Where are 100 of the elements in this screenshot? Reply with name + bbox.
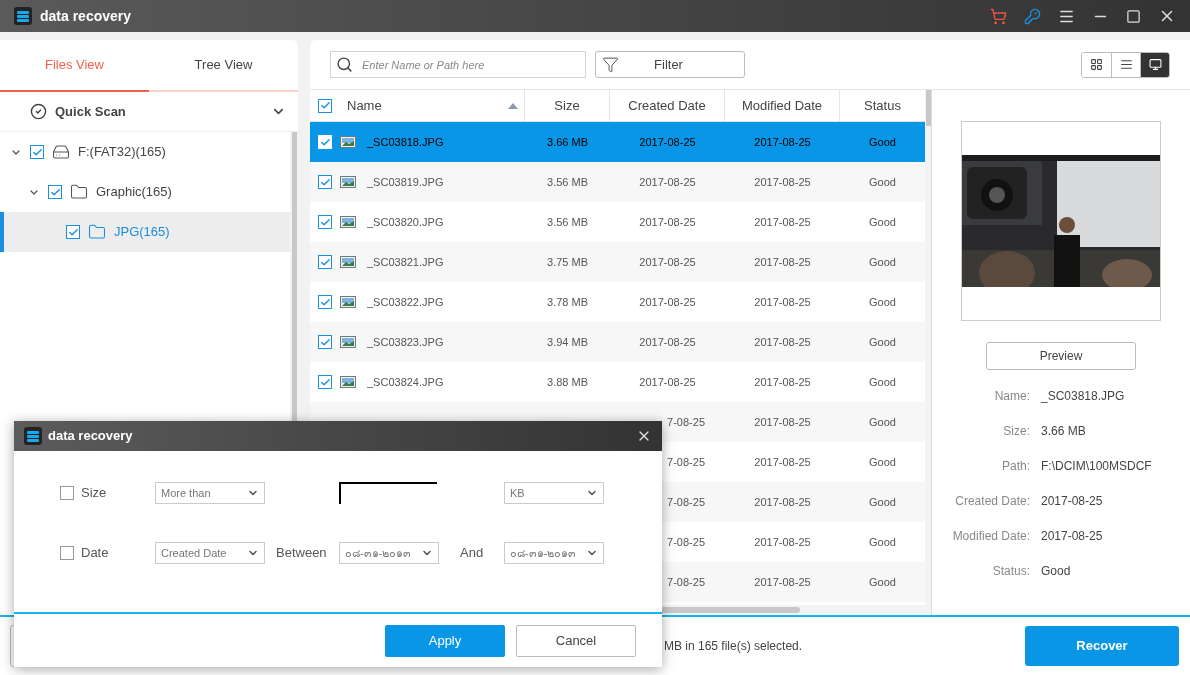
created-date: 2017-08-25 (639, 174, 696, 190)
tree-item[interactable]: Graphic(165) (0, 172, 290, 212)
detail-label: Created Date: (954, 493, 1030, 510)
modified-date: 2017-08-25 (754, 534, 811, 550)
maximize-icon[interactable] (1126, 8, 1141, 24)
tree-item[interactable]: F:(FAT32)(165) (0, 132, 290, 172)
file-name: _SC03820.JPG (367, 215, 444, 228)
file-size: 3.94 MB (547, 334, 588, 350)
date-select[interactable]: ๐๘-๓๑-๒๐๑๓ (504, 542, 604, 564)
image-file-icon (340, 376, 356, 388)
key-icon[interactable] (1024, 7, 1041, 25)
checkbox[interactable] (60, 546, 74, 560)
checkbox[interactable] (66, 225, 80, 239)
checkbox[interactable] (318, 98, 332, 113)
table-row[interactable]: _SC03818.JPG 3.66 MB 2017-08-25 2017-08-25 Good (310, 122, 925, 162)
checkbox[interactable] (318, 175, 332, 189)
detail-label: Size: (1002, 423, 1030, 440)
checkbox[interactable] (318, 375, 332, 389)
size-input[interactable] (339, 482, 437, 504)
file-status: Good (869, 334, 896, 350)
preview-button[interactable]: Preview (986, 342, 1136, 370)
preview-icon (1148, 58, 1162, 71)
cart-icon[interactable] (990, 7, 1007, 25)
modified-date: 2017-08-25 (754, 374, 811, 390)
detail-value: F:\DCIM\100MSDCF (1041, 458, 1152, 475)
checkbox[interactable] (48, 185, 62, 199)
file-size: 3.75 MB (547, 254, 588, 270)
filter-button[interactable]: Filter (595, 51, 745, 78)
app-logo-icon (14, 7, 32, 25)
file-status: Good (869, 534, 896, 550)
created-date: 2017-08-25 (639, 254, 696, 270)
detail-value: 2017-08-25 (1041, 528, 1103, 545)
detail-label: Path: (1000, 458, 1030, 475)
checkbox[interactable] (318, 215, 332, 229)
scrollbar-thumb[interactable] (925, 90, 931, 126)
image-file-icon (340, 256, 356, 268)
created-date: 7-08-25 (667, 494, 705, 510)
sort-arrow-icon[interactable] (508, 102, 518, 109)
table-row[interactable]: _SC03819.JPG 3.56 MB 2017-08-25 2017-08-25 Good (310, 162, 925, 202)
modified-date: 2017-08-25 (754, 174, 811, 190)
checkbox[interactable] (30, 145, 44, 159)
checkbox[interactable] (318, 335, 332, 349)
list-icon (1119, 58, 1133, 71)
checkbox[interactable] (318, 295, 332, 309)
folder-icon (88, 223, 106, 241)
modified-date: 2017-08-25 (754, 254, 811, 270)
image-file-icon (340, 176, 356, 188)
file-size: 3.56 MB (547, 174, 588, 190)
file-name: _SC03818.JPG (367, 135, 444, 148)
search-icon (336, 56, 353, 73)
date-type-select[interactable]: Created Date (155, 542, 265, 564)
between-label: Between (276, 544, 328, 563)
column-header[interactable]: Created Date (610, 90, 725, 121)
created-date: 2017-08-25 (639, 374, 696, 390)
detail-label: Modified Date: (951, 528, 1030, 545)
detail-label: Name: (993, 388, 1030, 405)
file-size: 3.56 MB (547, 214, 588, 230)
detail-value: _SC03818.JPG (1041, 388, 1125, 405)
file-status: Good (869, 374, 896, 390)
file-status: Good (869, 494, 896, 510)
created-date: 2017-08-25 (639, 294, 696, 310)
modified-date: 2017-08-25 (754, 214, 811, 230)
app-logo-icon (24, 427, 42, 445)
size-label: Size (81, 484, 108, 503)
modified-date: 2017-08-25 (754, 414, 811, 430)
checkbox[interactable] (318, 255, 332, 269)
comparison-select[interactable]: More than (155, 482, 265, 504)
modified-date: 2017-08-25 (754, 574, 811, 590)
modified-date: 2017-08-25 (754, 334, 811, 350)
modified-date: 2017-08-25 (754, 494, 811, 510)
preview-view-button[interactable] (1140, 52, 1169, 77)
created-date: 7-08-25 (667, 454, 705, 470)
date-select[interactable]: ๐๘-๓๑-๒๐๑๓ (339, 542, 439, 564)
column-header[interactable]: Modified Date (725, 90, 840, 121)
scan-label: Quick Scan (55, 102, 126, 121)
status-text: MB in 165 file(s) selected. (664, 638, 803, 655)
unit-select[interactable]: KB (504, 482, 604, 504)
drive-icon (52, 143, 70, 161)
search-field[interactable]: Enter Name or Path here (330, 51, 586, 78)
grid-icon (1090, 58, 1103, 71)
file-status: Good (869, 294, 896, 310)
column-header[interactable]: Size (525, 90, 610, 121)
column-header[interactable]: Status (840, 90, 925, 121)
table-row[interactable]: _SC03821.JPG 3.75 MB 2017-08-25 2017-08-25 Good (310, 242, 925, 282)
created-date: 7-08-25 (667, 414, 705, 430)
file-size: 3.88 MB (547, 374, 588, 390)
date-label: Date (81, 544, 110, 563)
modified-date: 2017-08-25 (754, 294, 811, 310)
file-name: _SC03822.JPG (367, 295, 444, 308)
checkbox[interactable] (60, 486, 74, 500)
image-file-icon (340, 216, 356, 228)
table-row[interactable]: _SC03823.JPG 3.94 MB 2017-08-25 2017-08-25 Good (310, 322, 925, 362)
view-tab[interactable]: Tree View (149, 40, 298, 90)
image-file-icon (340, 136, 356, 148)
created-date: 2017-08-25 (639, 134, 696, 150)
created-date: 2017-08-25 (639, 334, 696, 350)
modified-date: 2017-08-25 (754, 454, 811, 470)
scan-check-icon (30, 103, 47, 120)
cancel-button[interactable]: Cancel (516, 624, 636, 657)
file-name: _SC03819.JPG (367, 175, 444, 188)
